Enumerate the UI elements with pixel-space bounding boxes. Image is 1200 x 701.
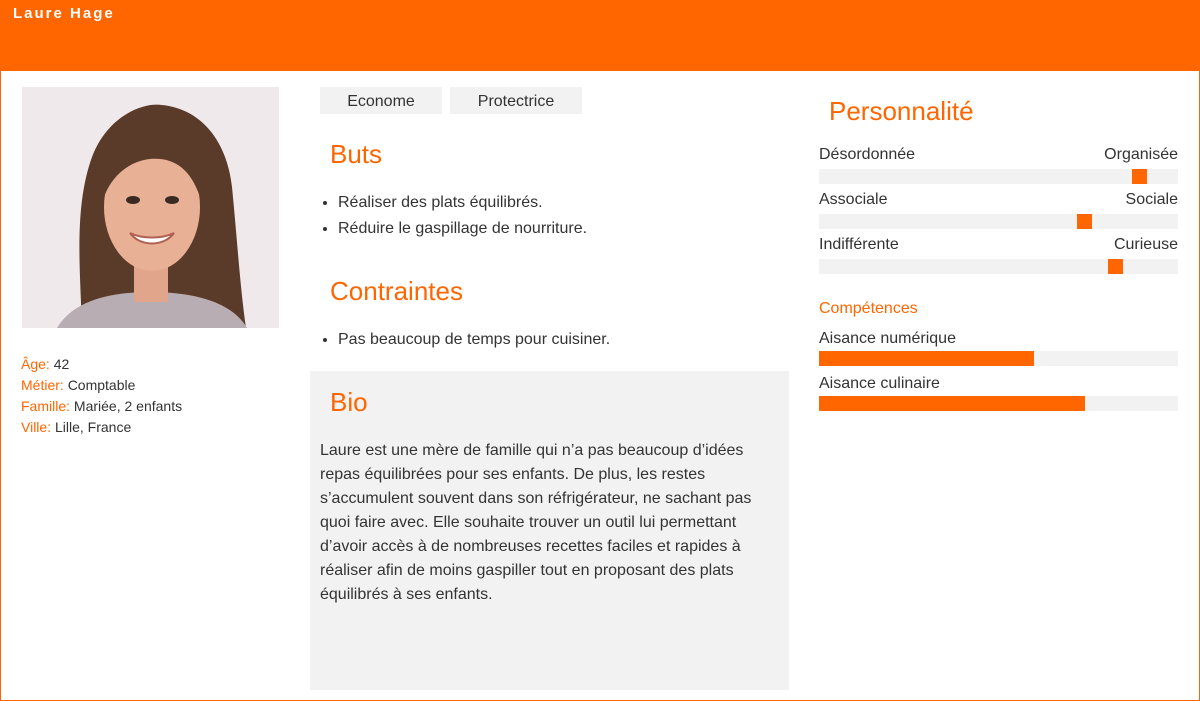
header-bar: Laure Hage <box>0 0 1200 71</box>
list-item: Pas beaucoup de temps pour cuisiner. <box>338 327 610 353</box>
info-city-label: Ville: <box>21 419 52 435</box>
bio-panel: Bio Laure est une mère de famille qui n’… <box>310 371 789 690</box>
skills-title: Compétences <box>819 300 918 317</box>
trait-right-label: Sociale <box>1125 191 1178 208</box>
persona-card: Laure Hage Âge: 42 Métier: Comptable Fam… <box>0 0 1200 701</box>
trait-curiosity: Indifférente Curieuse <box>819 236 1178 274</box>
tag-econome: Econome <box>320 87 442 114</box>
info-age: Âge: 42 <box>21 354 182 375</box>
bio-text: Laure est une mère de famille qui n’a pa… <box>320 442 752 603</box>
trait-left-label: Indifférente <box>819 236 899 253</box>
portrait-illustration <box>22 87 279 328</box>
info-city-value: Lille, France <box>54 419 132 435</box>
info-job-value: Comptable <box>67 377 136 393</box>
constraints-list: Pas beaucoup de temps pour cuisiner. <box>320 327 610 353</box>
bio-title: Bio <box>330 387 368 417</box>
constraints-title: Contraintes <box>330 276 463 306</box>
skill-digital: Aisance numérique <box>819 330 1178 366</box>
goals-list: Réaliser des plats équilibrés. Réduire l… <box>320 190 587 242</box>
skill-label: Aisance numérique <box>819 330 956 347</box>
trait-left-label: Associale <box>819 191 888 208</box>
info-age-label: Âge: <box>21 356 50 372</box>
personality-title: Personnalité <box>829 96 974 126</box>
trait-marker <box>1077 214 1092 229</box>
tag-protectrice: Protectrice <box>450 87 582 114</box>
info-city: Ville: Lille, France <box>21 417 182 438</box>
trait-sociability: Associale Sociale <box>819 191 1178 229</box>
skill-cooking: Aisance culinaire <box>819 375 1178 411</box>
list-item: Réaliser des plats équilibrés. <box>338 190 587 216</box>
list-item: Réduire le gaspillage de nourriture. <box>338 216 587 242</box>
info-job: Métier: Comptable <box>21 375 182 396</box>
trait-track <box>819 259 1178 274</box>
trait-organisation: Désordonnée Organisée <box>819 146 1178 184</box>
persona-name: Laure Hage <box>13 5 115 22</box>
trait-track <box>819 169 1178 184</box>
persona-photo <box>22 87 279 328</box>
skill-track <box>819 396 1178 411</box>
trait-marker <box>1108 259 1123 274</box>
skill-track <box>819 351 1178 366</box>
skill-fill <box>819 351 1034 366</box>
trait-marker <box>1132 169 1147 184</box>
info-family-value: Mariée, 2 enfants <box>73 398 183 414</box>
info-job-label: Métier: <box>21 377 64 393</box>
info-age-value: 42 <box>53 356 70 372</box>
skill-label: Aisance culinaire <box>819 375 940 392</box>
info-family-label: Famille: <box>21 398 71 414</box>
persona-info: Âge: 42 Métier: Comptable Famille: Marié… <box>21 354 182 438</box>
skill-fill <box>819 396 1085 411</box>
trait-right-label: Organisée <box>1104 146 1178 163</box>
trait-track <box>819 214 1178 229</box>
goals-title: Buts <box>330 139 383 169</box>
info-family: Famille: Mariée, 2 enfants <box>21 396 182 417</box>
trait-right-label: Curieuse <box>1113 236 1178 253</box>
trait-left-label: Désordonnée <box>819 146 916 163</box>
